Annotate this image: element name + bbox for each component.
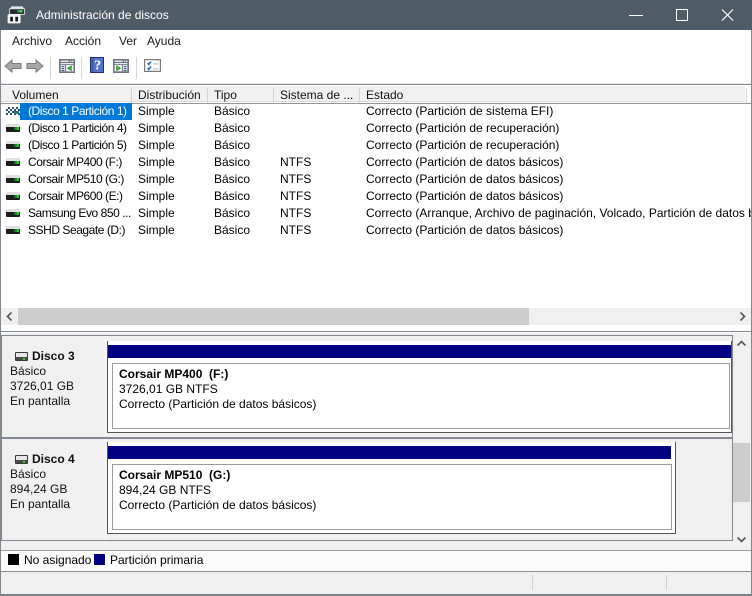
svg-text:?: ? (94, 59, 101, 74)
